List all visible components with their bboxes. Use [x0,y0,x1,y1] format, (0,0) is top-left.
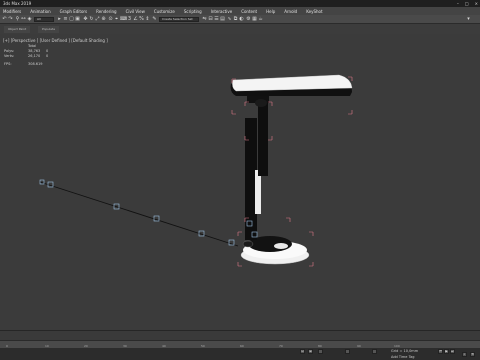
menu-bar: Modifiers Animation Graph Editors Render… [0,7,480,15]
title-bar: 3ds Max 2019 – □ × [0,0,480,7]
cable-line [39,181,239,247]
spinner-snap-icon[interactable]: ⇕ [145,17,150,22]
material-editor-icon[interactable]: ◐ [239,17,244,22]
menu-graph-editors[interactable]: Graph Editors [60,9,87,14]
edit-named-sets-icon[interactable]: ✎ [152,17,157,22]
z-coordinate-field[interactable] [372,349,377,354]
menu-animation[interactable]: Animation [30,9,50,14]
window-crossing-icon[interactable]: ▣ [75,17,80,22]
rendered-frame-icon[interactable]: ▦ [252,17,257,22]
menu-modifiers[interactable]: Modifiers [3,9,21,14]
lock-selection-icon[interactable]: ⊡ [300,349,305,354]
lamp-head [230,74,353,96]
bind-icon[interactable]: ◈ [27,17,32,22]
menu-help[interactable]: Help [266,9,275,14]
selection-filter-dropdown[interactable]: All [34,16,54,22]
menu-arnold[interactable]: Arnold [284,9,297,14]
select-manipulate-icon[interactable]: ⌖ [114,17,119,22]
maximize-icon[interactable]: □ [465,1,469,6]
snaps-toggle-icon[interactable]: 3 [127,17,132,22]
absolute-mode-icon[interactable]: ⊞ [308,349,313,354]
toggle-ribbon-icon[interactable]: ▤ [220,17,225,22]
main-toolbar: ↶ ↷ ⚲ ⚯ ◈ All ▸ ≡ ▢ ▣ ✥ ↻ ⤢ ⊕ ⊙ ⌖ ⌨ 3 ∠ … [0,15,480,24]
select-object-icon[interactable]: ▸ [57,17,62,22]
close-icon[interactable]: × [475,1,478,6]
tab-populate[interactable]: Populate [38,26,60,33]
menu-civil-view[interactable]: Civil View [126,9,145,14]
layer-explorer-icon[interactable]: ☰ [214,17,219,22]
scene-canvas[interactable] [0,34,480,330]
go-to-start-icon[interactable]: ⏮ [438,349,443,354]
align-icon[interactable]: ⊟ [208,17,213,22]
mirror-icon[interactable]: ⇋ [202,17,207,22]
pivot-icon[interactable]: ⊙ [108,17,113,22]
perspective-viewport[interactable]: [+] [Perspective ] [User Defined ] [Defa… [0,34,480,330]
render-production-icon[interactable]: ☕ [258,17,263,22]
link-icon[interactable]: ⚲ [15,17,20,22]
workspaces-icon[interactable]: ▾ [466,17,471,22]
named-selection-dropdown[interactable]: Create Selection Set [159,16,199,22]
angle-snap-icon[interactable]: ∠ [133,17,138,22]
menu-interactive[interactable]: Interactive [211,9,233,14]
add-time-tag[interactable]: Add Time Tag [391,355,415,359]
rotate-icon[interactable]: ↻ [89,17,94,22]
x-coordinate-field[interactable] [318,349,323,354]
percent-snap-icon[interactable]: % [139,17,144,22]
place-icon[interactable]: ⊕ [101,17,106,22]
minimize-icon[interactable]: – [457,1,459,6]
menu-content[interactable]: Content [241,9,257,14]
schematic-view-icon[interactable]: ⧉ [233,17,238,22]
render-setup-icon[interactable]: ⚙ [246,17,251,22]
go-to-end-icon[interactable]: ⏭ [450,349,455,354]
rect-selection-icon[interactable]: ▢ [69,17,74,22]
status-bar: ⊡ ⊞ Grid = 10,0mm Add Time Tag ⏮ ▶ ⏭ ⌕ ⟲ [0,348,480,360]
redo-icon[interactable]: ↷ [8,17,13,22]
zoom-icon[interactable]: ⌕ [462,352,467,357]
menu-rendering[interactable]: Rendering [96,9,116,14]
orbit-icon[interactable]: ⟲ [470,352,475,357]
unlink-icon[interactable]: ⚯ [21,17,26,22]
select-by-name-icon[interactable]: ≡ [63,17,68,22]
scale-icon[interactable]: ⤢ [95,17,100,22]
keyboard-shortcut-icon[interactable]: ⌨ [120,17,127,22]
lamp-base [240,236,310,265]
move-icon[interactable]: ✥ [83,17,88,22]
y-coordinate-field[interactable] [345,349,350,354]
menu-scripting[interactable]: Scripting [184,9,202,14]
menu-customize[interactable]: Customize [154,9,175,14]
grid-size-readout: Grid = 10,0mm [391,349,419,353]
menu-keyshot[interactable]: KeyShot [306,9,322,14]
tab-object-paint[interactable]: Object Paint [4,26,31,33]
curve-editor-icon[interactable]: ∿ [227,17,232,22]
undo-icon[interactable]: ↶ [2,17,7,22]
play-icon[interactable]: ▶ [444,349,449,354]
window-title: 3ds Max 2019 [3,1,32,6]
